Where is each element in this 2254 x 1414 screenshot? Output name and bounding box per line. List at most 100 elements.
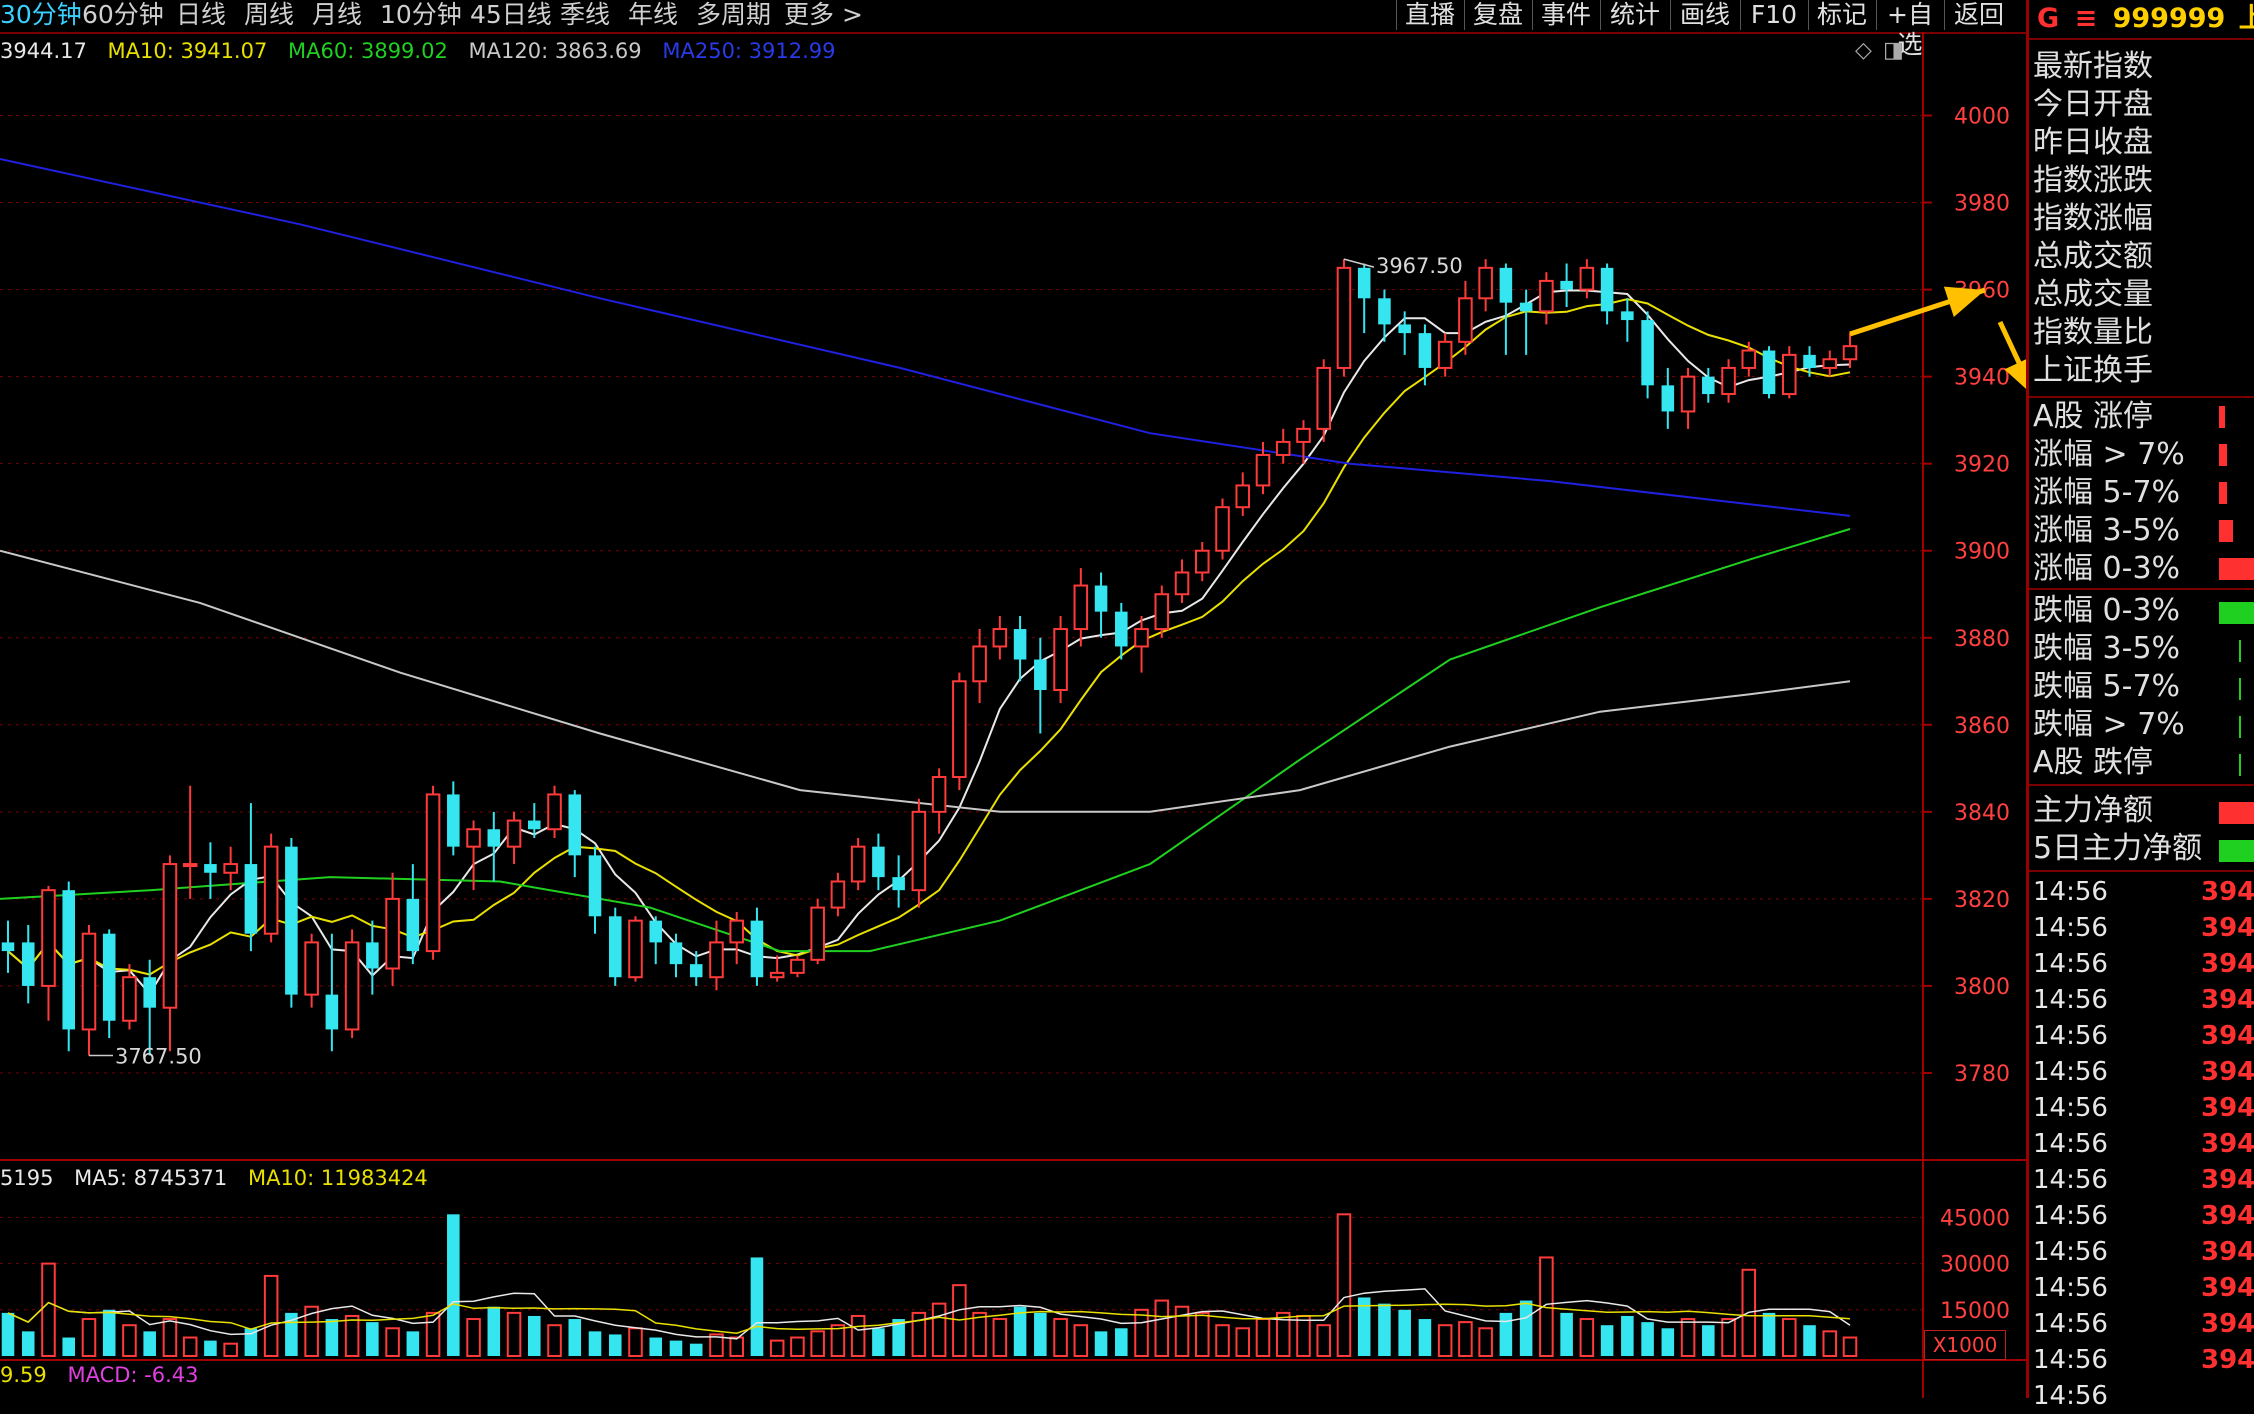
- candle-body: [1255, 453, 1271, 487]
- candle-body: [1215, 506, 1230, 552]
- candle-body: [263, 845, 279, 935]
- tick-price: 3947: [2201, 1273, 2254, 1303]
- period-tab-9[interactable]: 多周期: [696, 0, 771, 30]
- fall-row-label: 跌幅 5-7%: [2033, 669, 2181, 704]
- volume-bar: [1478, 1327, 1493, 1358]
- panel-separator: [2029, 870, 2254, 872]
- candle-body: [81, 932, 97, 1031]
- volume-bar: [1437, 1324, 1453, 1357]
- volume-bar: [1621, 1315, 1634, 1356]
- toolbar-button-5[interactable]: F10: [1740, 0, 1807, 30]
- toolbar-button-1[interactable]: 复盘: [1464, 0, 1531, 30]
- candle-body: [1013, 629, 1027, 660]
- period-tab-8[interactable]: 年线: [628, 0, 678, 30]
- candle-body: [1600, 267, 1614, 312]
- fall-row-label: 跌幅 3-5%: [2033, 631, 2181, 666]
- ma10-line: [7, 298, 1851, 976]
- volume-bar: [872, 1328, 885, 1356]
- volume-axis-label: 45000: [1940, 1206, 2010, 1231]
- tick-price: 3947: [2201, 1309, 2254, 1339]
- toolbar-button-8[interactable]: 返回: [1944, 0, 2013, 30]
- volume-bar: [1235, 1327, 1251, 1358]
- volume-axis-label: 15000: [1940, 1299, 2010, 1324]
- volume-bar: [689, 1343, 703, 1356]
- high-annotation: 3967.50: [1376, 254, 1463, 278]
- price-axis-label: 3980: [1954, 192, 2010, 217]
- period-tab-5[interactable]: 10分钟: [380, 0, 462, 30]
- vol-ma10-value: MA10: 11983424: [247, 1166, 428, 1190]
- toolbar-button-7[interactable]: +自选: [1876, 0, 1943, 59]
- candle-body: [406, 898, 420, 952]
- volume-bar: [1034, 1312, 1047, 1356]
- candle-body: [62, 890, 76, 1030]
- candle-body: [487, 829, 501, 847]
- tick-time: 14:56: [2033, 1165, 2108, 1195]
- volume-bar: [810, 1330, 825, 1357]
- period-tab-10[interactable]: 更多 >: [784, 0, 863, 30]
- toolbar-button-2[interactable]: 事件: [1532, 0, 1599, 30]
- volume-bar: [1418, 1319, 1432, 1356]
- volume-bar: [1378, 1303, 1391, 1356]
- security-header[interactable]: G ≡ 999999 上证: [2029, 0, 2254, 38]
- tick-price: 3947: [2201, 877, 2254, 907]
- period-tab-0[interactable]: 30分钟: [0, 0, 82, 30]
- volume-bar: [750, 1257, 764, 1356]
- volume-bar: [143, 1331, 156, 1356]
- tick-price: 3947: [2201, 949, 2254, 979]
- price-axis-label: 3940: [1954, 366, 2010, 391]
- menu-icon[interactable]: ≡: [2075, 3, 2098, 34]
- breadth-bar: [2219, 520, 2233, 542]
- volume-bar: [1600, 1325, 1614, 1356]
- tick-row: 14:56 3947: [2033, 1018, 2254, 1054]
- period-tab-1[interactable]: 60分钟: [82, 0, 164, 30]
- candle-body: [1721, 366, 1736, 396]
- tick-row: 14:56 3947: [2033, 982, 2254, 1018]
- volume-indicator-line: 5195 MA5: 8745371 MA10: 11983424: [0, 1163, 442, 1193]
- period-tab-3[interactable]: 周线: [244, 0, 294, 30]
- tick-time: 14:56: [2033, 1381, 2108, 1411]
- price-axis-label: 3780: [1954, 1062, 2010, 1087]
- candle-body: [506, 819, 522, 848]
- period-tab-6[interactable]: 45日线: [470, 0, 552, 30]
- candle-body: [1418, 333, 1432, 368]
- rise-row-label: 涨幅 > 7%: [2033, 437, 2185, 472]
- tick-row: 14:56 3947: [2033, 910, 2254, 946]
- breadth-bar: [2219, 406, 2225, 428]
- period-tab-4[interactable]: 月线: [312, 0, 362, 30]
- candle-body: [850, 845, 866, 883]
- fall-row-label: A股 跌停: [2033, 745, 2154, 780]
- vol-ma5-line: [7, 1288, 1851, 1340]
- toolbar-button-0[interactable]: 直播: [1396, 0, 1463, 30]
- candle-body: [244, 864, 258, 934]
- candle-body: [1458, 297, 1473, 343]
- candle-body: [992, 628, 1008, 648]
- tick-row: 14:56 3947: [2033, 1270, 2254, 1306]
- candle-body: [122, 976, 137, 1022]
- candle-body: [1539, 279, 1554, 313]
- dif-value: 9.59: [0, 1363, 47, 1387]
- breadth-bar: [2219, 482, 2227, 504]
- candle-body: [608, 916, 622, 978]
- volume-bar: [1215, 1324, 1230, 1357]
- volume-bar: [385, 1327, 400, 1358]
- period-tab-2[interactable]: 日线: [176, 0, 226, 30]
- tick-time: 14:56: [2033, 985, 2108, 1015]
- g-badge: G: [2037, 3, 2060, 34]
- volume-bar: [1154, 1299, 1170, 1358]
- right-info-panel: G ≡ 999999 上证 最新指数今日开盘昨日收盘指数涨跌指数涨幅总成交额总成…: [2026, 0, 2254, 1411]
- toolbar-button-4[interactable]: 画线: [1670, 0, 1739, 30]
- candle-body: [285, 846, 298, 995]
- candle-body: [102, 933, 116, 1021]
- volume-bar: [1194, 1311, 1210, 1358]
- toolbar-button-3[interactable]: 统计: [1600, 0, 1669, 30]
- price-axis-label: 4000: [1954, 105, 2010, 130]
- volume-bar: [1822, 1330, 1838, 1357]
- candle-body: [1357, 267, 1371, 299]
- info-row-label: 最新指数: [2033, 49, 2153, 84]
- toolbar-button-6[interactable]: 标记: [1808, 0, 1875, 30]
- period-tab-7[interactable]: 季线: [560, 0, 610, 30]
- volume-bar: [344, 1314, 360, 1357]
- rise-row-label: 涨幅 5-7%: [2033, 475, 2181, 510]
- breadth-bar: [2239, 678, 2241, 700]
- kline-chart[interactable]: 4000398039603940392039003880386038403820…: [0, 32, 2026, 1398]
